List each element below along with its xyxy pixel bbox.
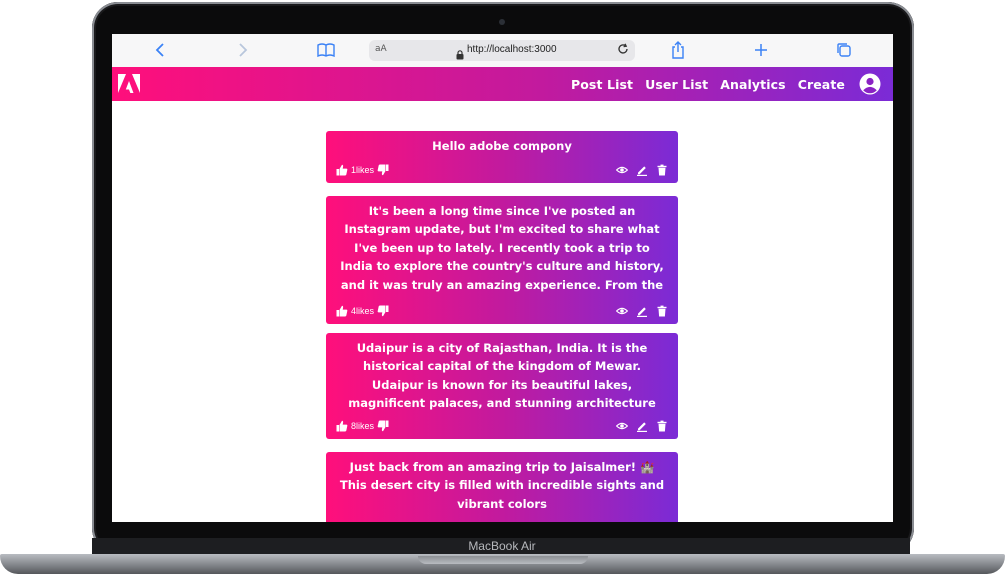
share-icon[interactable] [667,40,689,60]
likes-count: 1likes [351,165,375,175]
post-card: It's been a long time since I've posted … [326,196,678,324]
app-navbar: Post List User List Analytics Create [112,67,893,101]
post-actions [616,420,668,432]
likes-count: 8likes [351,421,375,431]
laptop-base-notch [418,556,588,564]
device-model-label: MacBook Air [468,539,536,553]
like-group: 8likes [336,420,389,432]
edit-pencil-icon[interactable] [636,420,648,432]
like-group: 1likes [336,164,389,176]
reload-icon[interactable] [617,43,629,59]
nav-analytics[interactable]: Analytics [720,77,785,92]
thumbs-down-icon[interactable] [377,420,389,432]
url-text: http://localhost:3000 [467,44,557,55]
back-arrow-icon[interactable] [149,40,171,60]
lock-icon [456,45,464,64]
bookmarks-book-icon[interactable] [315,40,337,60]
delete-trash-icon[interactable] [656,164,668,176]
forward-arrow-icon[interactable] [232,40,254,60]
post-card: Udaipur is a city of Rajasthan, India. I… [326,333,678,439]
like-group: 4likes [336,305,389,317]
post-actions [616,305,668,317]
adobe-logo-icon[interactable] [118,74,140,94]
nav-user-list[interactable]: User List [645,77,708,92]
browser-toolbar: aA http://localhost:3000 [112,34,893,68]
thumbs-up-icon[interactable] [336,305,348,317]
delete-trash-icon[interactable] [656,305,668,317]
post-card: Just back from an amazing trip to Jaisal… [326,452,678,522]
post-footer: 4likes [326,305,678,319]
post-list: Hello adobe compony 1likes It's been a l… [112,101,893,522]
tabs-overview-icon[interactable] [833,40,855,60]
thumbs-down-icon[interactable] [377,164,389,176]
post-text: Hello adobe compony [432,139,572,153]
new-tab-plus-icon[interactable] [750,40,772,60]
nav-create[interactable]: Create [798,77,845,92]
delete-trash-icon[interactable] [656,420,668,432]
edit-pencil-icon[interactable] [636,164,648,176]
post-card: Hello adobe compony 1likes [326,131,678,183]
user-avatar-icon[interactable] [859,73,881,95]
thumbs-down-icon[interactable] [377,305,389,317]
view-eye-icon[interactable] [616,305,628,317]
post-footer: 8likes [326,420,678,434]
text-size-button[interactable]: aA [375,44,387,54]
nav-post-list[interactable]: Post List [571,77,633,92]
screen: aA http://localhost:3000 Post List User … [112,34,893,522]
post-text: It's been a long time since I've posted … [340,204,664,292]
post-actions [616,164,668,176]
likes-count: 4likes [351,306,375,316]
nav-links: Post List User List Analytics Create [571,67,845,101]
post-text: Just back from an amazing trip to Jaisal… [339,460,665,511]
address-bar[interactable]: aA http://localhost:3000 [369,40,635,61]
thumbs-up-icon[interactable] [336,420,348,432]
thumbs-up-icon[interactable] [336,164,348,176]
camera-dot [499,19,505,25]
post-footer: 1likes [326,164,678,178]
view-eye-icon[interactable] [616,420,628,432]
post-text: Udaipur is a city of Rajasthan, India. I… [348,341,656,411]
view-eye-icon[interactable] [616,164,628,176]
edit-pencil-icon[interactable] [636,305,648,317]
